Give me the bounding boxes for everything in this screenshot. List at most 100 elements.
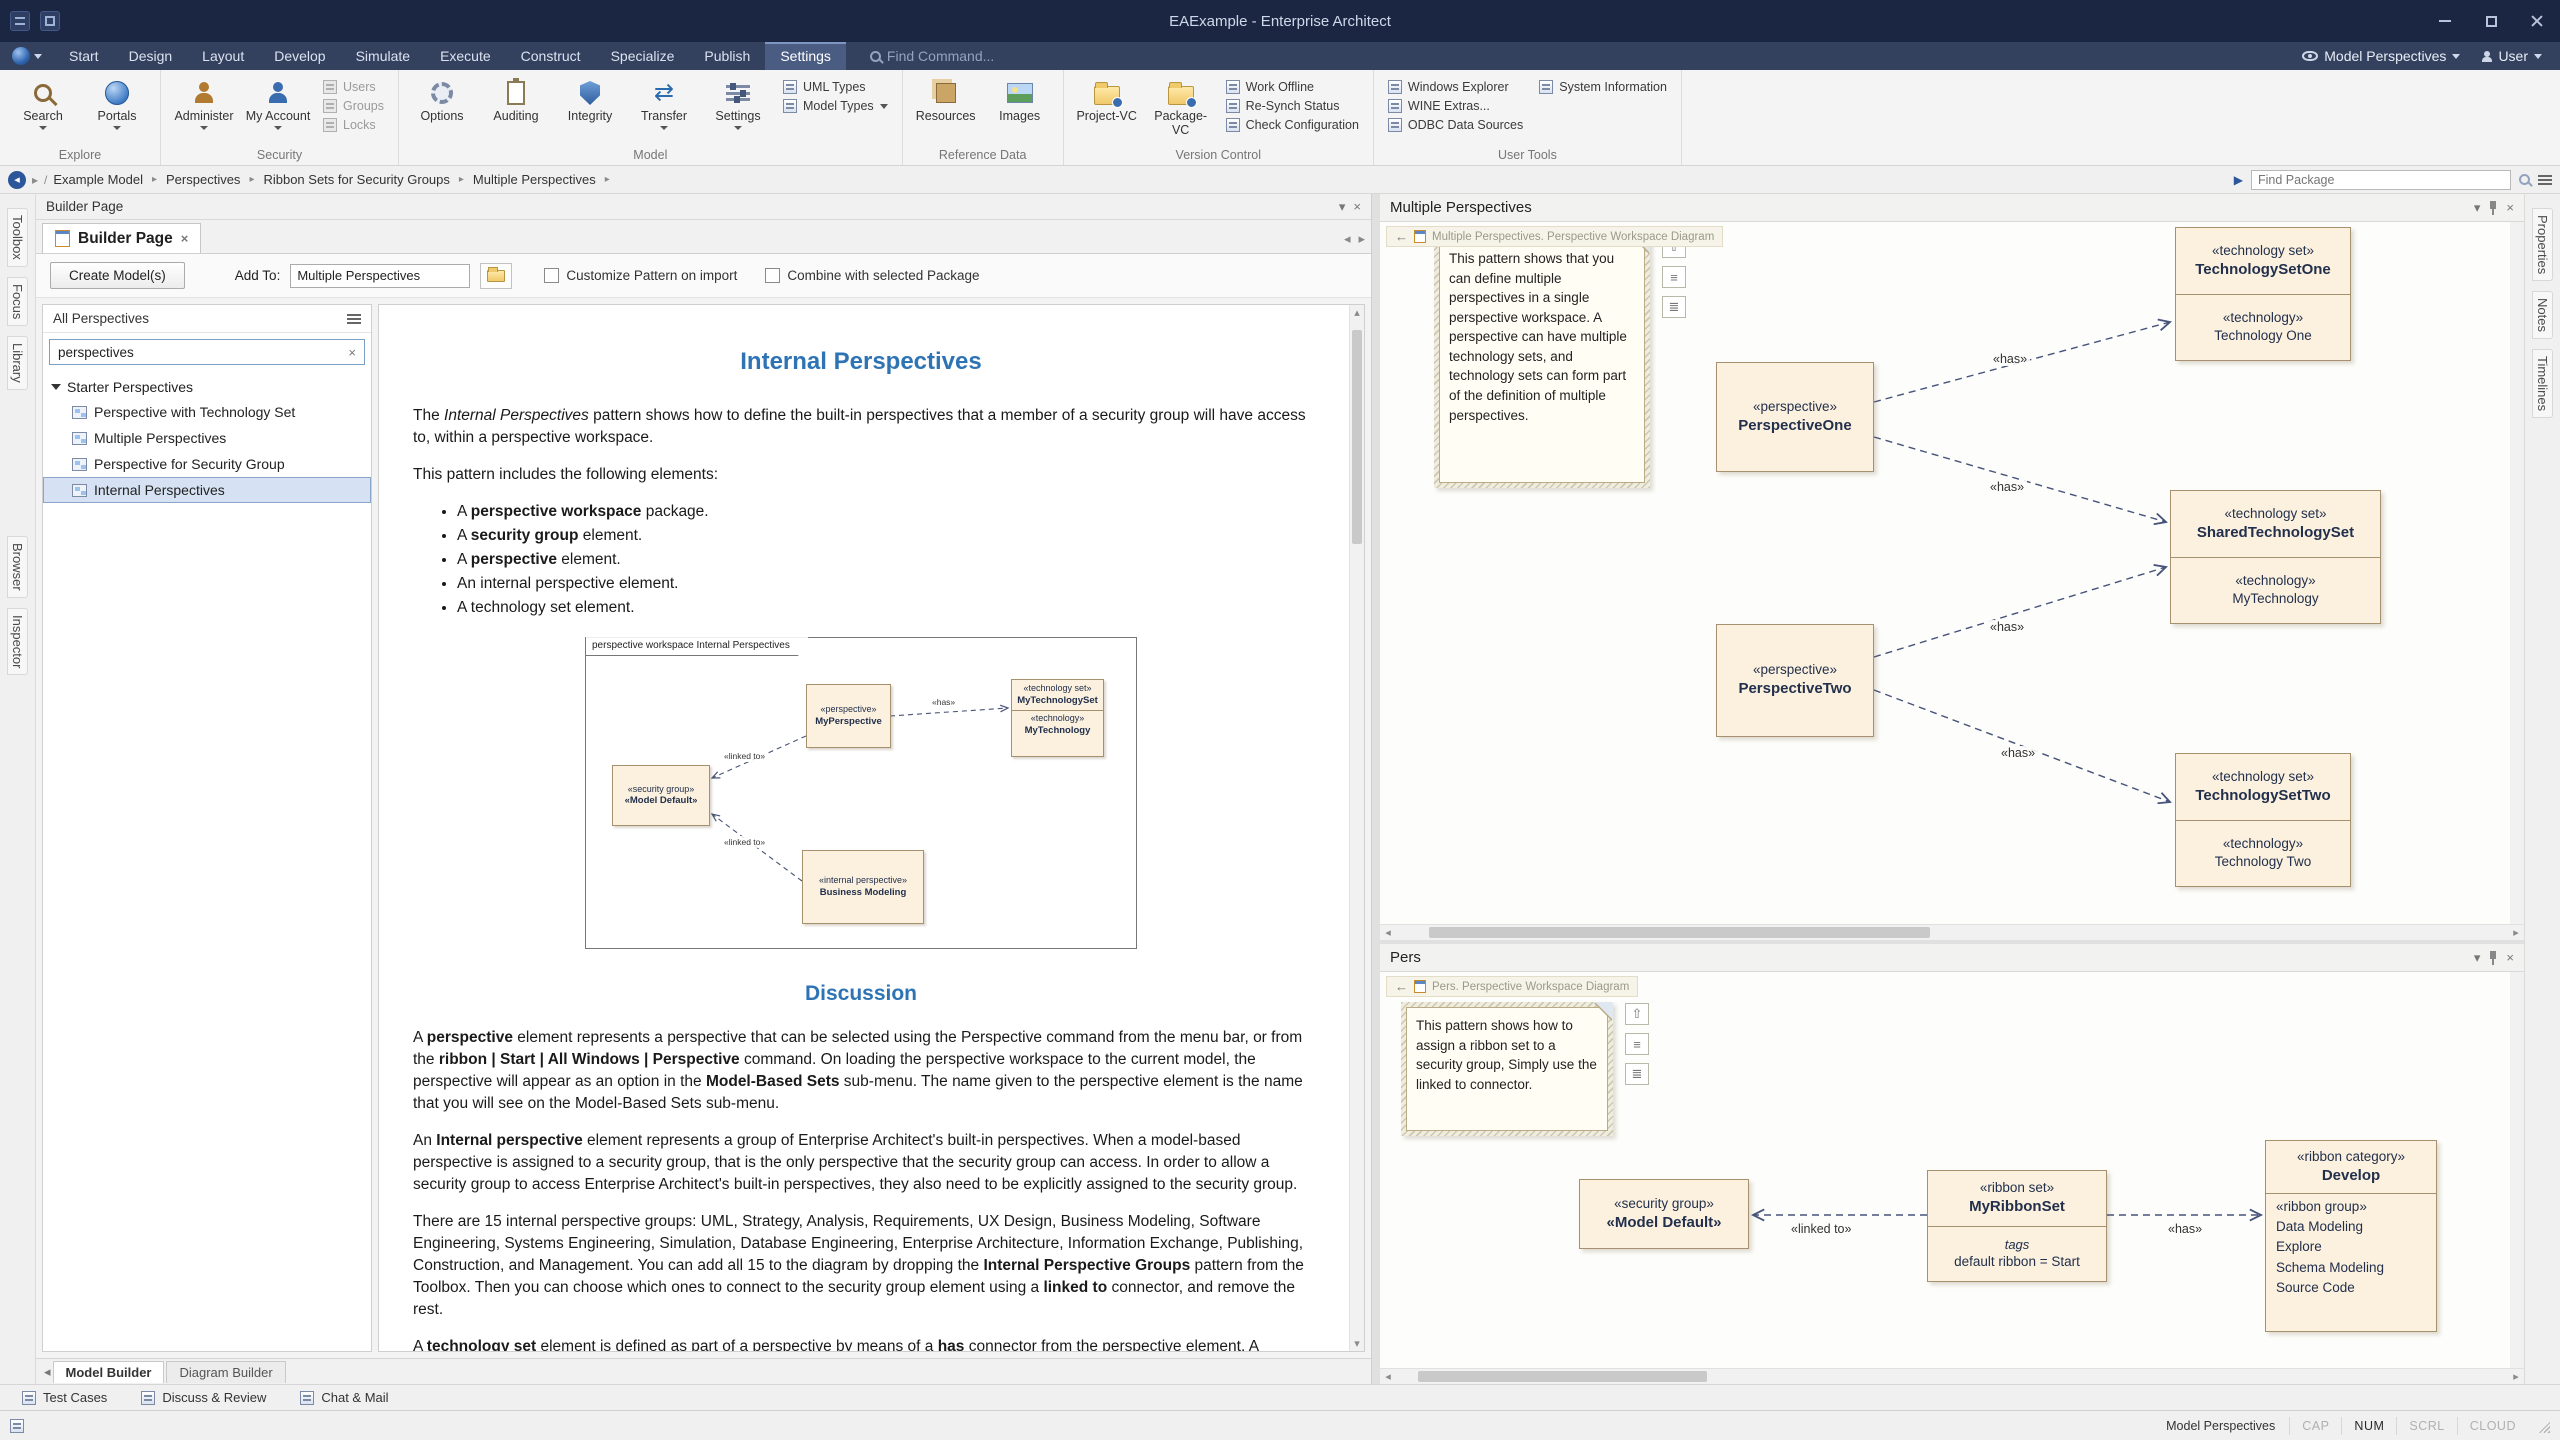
list-icon[interactable]: ≡ — [1625, 1033, 1649, 1055]
play-icon[interactable]: ▶ — [2234, 173, 2243, 187]
list-icon[interactable]: ≡ — [1662, 266, 1686, 288]
scroll-right-icon[interactable]: ▸ — [2508, 1369, 2524, 1384]
portals-button[interactable]: Portals — [82, 74, 152, 147]
diagram-canvas[interactable]: ← Multiple Perspectives. Perspective Wor… — [1380, 222, 2524, 924]
tree-item[interactable]: Multiple Perspectives — [43, 425, 371, 451]
back-button[interactable]: ◂ — [8, 171, 26, 189]
splitter[interactable] — [1372, 194, 1380, 1384]
chevron-down-icon[interactable]: ▾ — [2474, 200, 2481, 216]
scroll-down-icon[interactable]: ▾ — [1350, 1336, 1364, 1351]
customize-pattern-checkbox[interactable]: Customize Pattern on import — [544, 268, 737, 283]
dock-tab-properties[interactable]: Properties — [2532, 208, 2553, 281]
transfer-button[interactable]: ⇄Transfer — [629, 74, 699, 147]
auditing-button[interactable]: Auditing — [481, 74, 551, 147]
users-button[interactable]: Users — [323, 80, 384, 94]
ribbon-tab-publish[interactable]: Publish — [689, 42, 765, 70]
perspectives-search-box[interactable]: perspectives × — [49, 339, 365, 365]
diagram-vscrollbar[interactable]: ▴ ▾ — [2510, 972, 2524, 1368]
scroll-right-icon[interactable]: ▸ — [2508, 925, 2524, 940]
tab-scroll-left-icon[interactable]: ◂ — [1344, 231, 1351, 247]
tree-item-selected[interactable]: Internal Perspectives — [43, 477, 371, 503]
element-my-perspective[interactable]: «perspective» MyPerspective — [806, 684, 891, 748]
tab-builder-page[interactable]: Builder Page × — [42, 223, 201, 253]
dock-tab-discuss-review[interactable]: Discuss & Review — [141, 1390, 266, 1405]
stack-icon[interactable]: ≣ — [1625, 1063, 1649, 1085]
ribbon-tab-layout[interactable]: Layout — [187, 42, 259, 70]
breadcrumb-item[interactable]: Perspectives — [166, 172, 240, 187]
ribbon-tab-simulate[interactable]: Simulate — [341, 42, 425, 70]
tree-item[interactable]: Perspective for Security Group — [43, 451, 371, 477]
ribbon-tab-develop[interactable]: Develop — [259, 42, 340, 70]
combine-package-checkbox[interactable]: Combine with selected Package — [765, 268, 979, 283]
ribbon-tab-settings[interactable]: Settings — [765, 42, 846, 70]
dock-tab-inspector[interactable]: Inspector — [7, 608, 28, 675]
search-icon[interactable] — [2519, 174, 2530, 185]
diagram-hscrollbar[interactable]: ◂ ▸ — [1380, 924, 2524, 940]
element-business-modeling[interactable]: «internal perspective» Business Modeling — [802, 850, 924, 924]
element-my-ribbon-set[interactable]: «ribbon set»MyRibbonSet tagsdefault ribb… — [1927, 1170, 2107, 1282]
groups-button[interactable]: Groups — [323, 99, 384, 113]
tree-node-starter-perspectives[interactable]: Starter Perspectives — [43, 375, 371, 399]
element-my-technology-set[interactable]: «technology set» MyTechnologySet «techno… — [1011, 679, 1104, 757]
ribbon-tab-execute[interactable]: Execute — [425, 42, 506, 70]
hamburger-menu-icon[interactable] — [347, 314, 361, 324]
resources-button[interactable]: Resources — [911, 74, 981, 147]
breadcrumb-item[interactable]: Multiple Perspectives — [473, 172, 596, 187]
search-button[interactable]: Search — [8, 74, 78, 147]
options-button[interactable]: Options — [407, 74, 477, 147]
ribbon-tab-specialize[interactable]: Specialize — [596, 42, 690, 70]
close-icon[interactable]: × — [181, 231, 189, 246]
chevron-down-icon[interactable]: ▾ — [2474, 950, 2481, 966]
add-to-input[interactable] — [290, 264, 470, 288]
dock-tab-test-cases[interactable]: Test Cases — [22, 1390, 107, 1405]
pin-icon[interactable] — [2488, 201, 2498, 215]
dock-tab-browser[interactable]: Browser — [7, 536, 28, 598]
close-icon[interactable]: × — [1353, 199, 1361, 214]
settings-button[interactable]: Settings — [703, 74, 773, 147]
arrow-up-icon[interactable]: ⇧ — [1625, 1003, 1649, 1025]
scroll-up-icon[interactable]: ▴ — [1350, 305, 1364, 320]
scroll-down-icon[interactable]: ▾ — [2511, 909, 2524, 924]
images-button[interactable]: Images — [985, 74, 1055, 147]
resize-grip[interactable] — [2536, 1419, 2550, 1433]
dock-tab-chat-mail[interactable]: Chat & Mail — [300, 1390, 388, 1405]
uml-types-button[interactable]: UML Types — [783, 80, 888, 94]
breadcrumb-item[interactable]: Example Model — [53, 172, 143, 187]
element-security-group[interactable]: «security group» «Model Default» — [612, 765, 710, 826]
dock-tab-library[interactable]: Library — [7, 336, 28, 390]
stack-icon[interactable]: ≣ — [1662, 296, 1686, 318]
scroll-left-icon[interactable]: ◂ — [1380, 925, 1396, 940]
element-technology-set-one[interactable]: «technology set»TechnologySetOne «techno… — [2175, 227, 2351, 361]
element-perspective-two[interactable]: «perspective»PerspectiveTwo — [1716, 624, 1874, 737]
dock-tab-notes[interactable]: Notes — [2532, 291, 2553, 339]
wine-extras-button[interactable]: WINE Extras... — [1388, 99, 1523, 113]
clear-search-icon[interactable]: × — [348, 345, 356, 360]
my-account-button[interactable]: My Account — [243, 74, 313, 147]
system-information-button[interactable]: System Information — [1539, 80, 1667, 94]
forward-button[interactable]: ▸ — [32, 173, 38, 187]
model-perspectives-dropdown[interactable]: Model Perspectives — [2302, 48, 2460, 64]
element-technology-set-two[interactable]: «technology set»TechnologySetTwo «techno… — [2175, 753, 2351, 887]
breadcrumb-item[interactable]: Ribbon Sets for Security Groups — [263, 172, 449, 187]
element-security-group[interactable]: «security group»«Model Default» — [1579, 1179, 1749, 1249]
pin-icon[interactable] — [2488, 951, 2498, 965]
tree-item[interactable]: Perspective with Technology Set — [43, 399, 371, 425]
browse-folder-button[interactable] — [480, 263, 512, 289]
model-types-button[interactable]: Model Types — [783, 99, 888, 113]
element-perspective-one[interactable]: «perspective»PerspectiveOne — [1716, 362, 1874, 472]
diagram-vscrollbar[interactable]: ▴ ▾ — [2510, 222, 2524, 924]
diagram-breadcrumb[interactable]: ← Pers. Perspective Workspace Diagram — [1386, 976, 1638, 997]
tab-scroll-right-icon[interactable]: ▸ — [1358, 231, 1365, 247]
create-models-button[interactable]: Create Model(s) — [50, 262, 185, 289]
pattern-note[interactable]: This pattern shows that you can define m… — [1434, 235, 1650, 488]
integrity-button[interactable]: Integrity — [555, 74, 625, 147]
menu-icon[interactable] — [2538, 175, 2552, 185]
scroll-up-icon[interactable]: ▴ — [2511, 222, 2524, 237]
dock-tab-timelines[interactable]: Timelines — [2532, 349, 2553, 418]
diagram-canvas[interactable]: ← Pers. Perspective Workspace Diagram — [1380, 972, 2524, 1368]
dock-tab-focus[interactable]: Focus — [7, 277, 28, 326]
scroll-up-icon[interactable]: ▴ — [2511, 972, 2524, 987]
scroll-down-icon[interactable]: ▾ — [2511, 1353, 2524, 1368]
find-package-input[interactable] — [2251, 170, 2511, 190]
check-configuration-button[interactable]: Check Configuration — [1226, 118, 1359, 132]
